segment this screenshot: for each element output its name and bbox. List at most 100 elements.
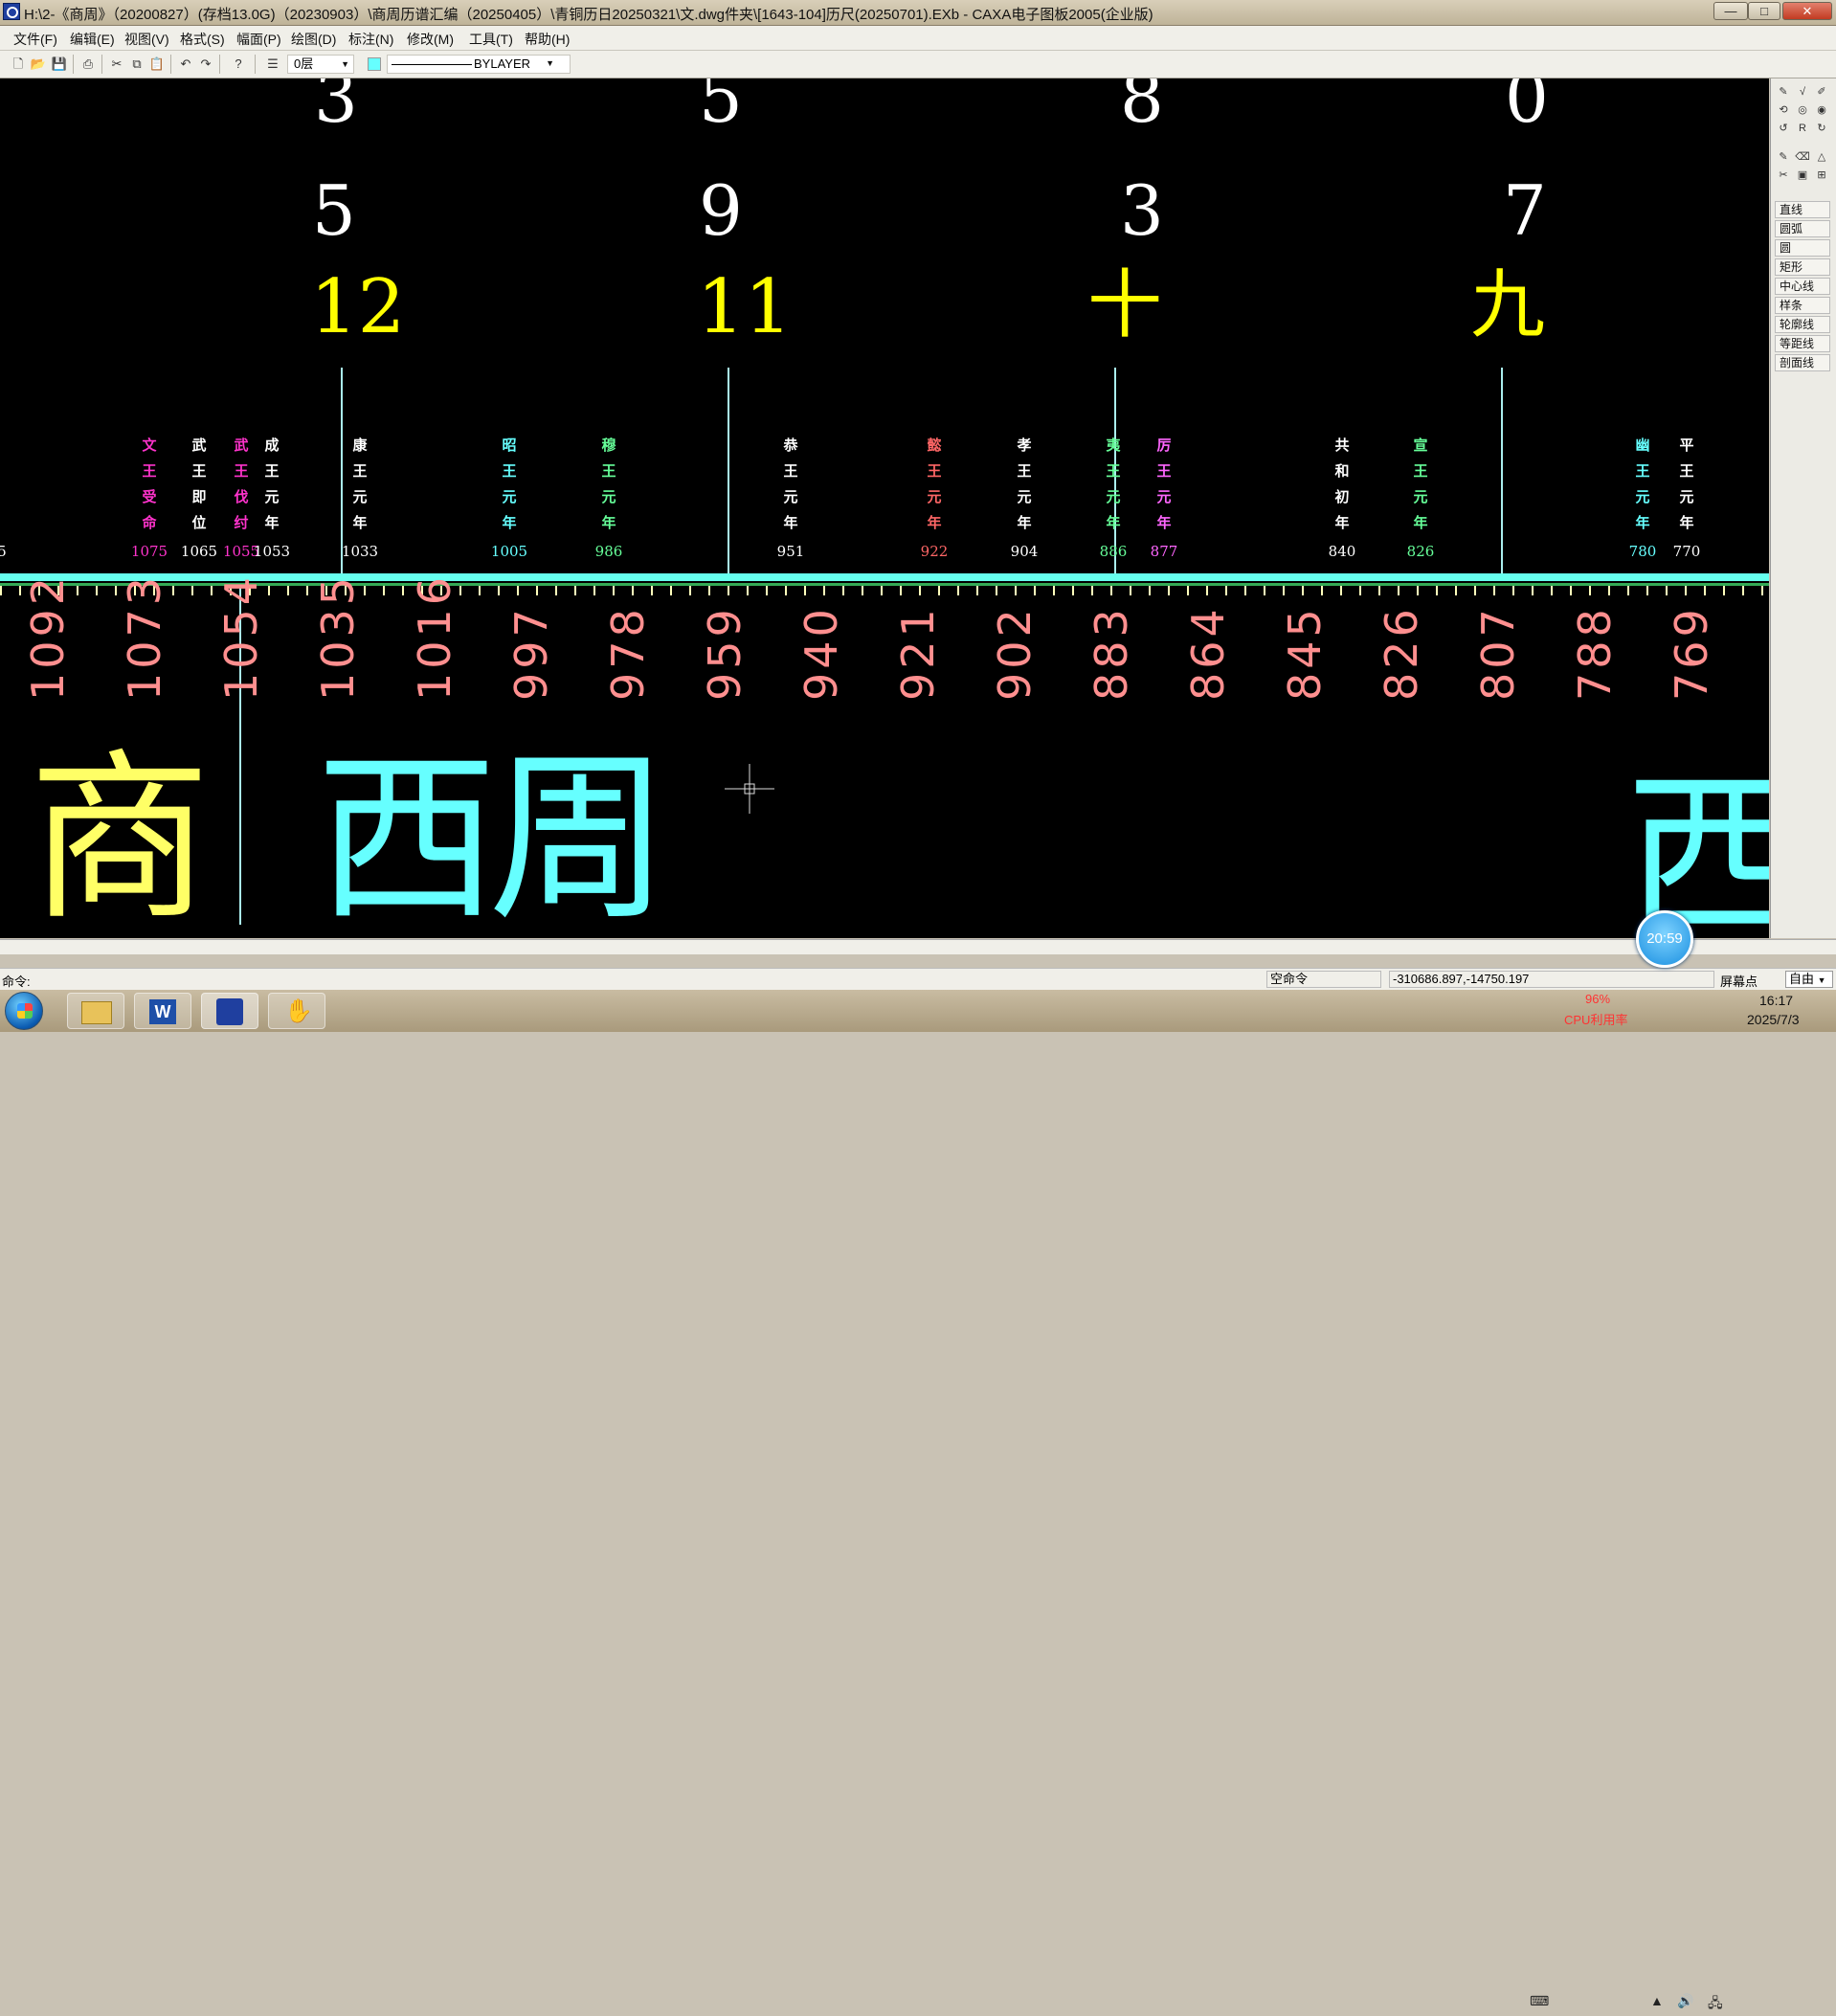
menu-format[interactable]: 格式(S): [180, 30, 225, 49]
new-icon[interactable]: 🗋: [10, 56, 27, 73]
minimize-button[interactable]: —: [1713, 2, 1748, 20]
dynasty-label-western-partial: 西: [1625, 752, 1769, 939]
reign-year: 951: [776, 543, 805, 560]
reign-char: 王: [783, 463, 798, 480]
tool-circle[interactable]: 圆: [1775, 239, 1830, 257]
tray-expand-icon[interactable]: ▲: [1650, 1993, 1664, 2008]
linetype-preview: [392, 64, 472, 65]
reign-char: 伐: [234, 489, 249, 505]
snap-mode: 屏幕点: [1720, 974, 1758, 989]
close-button[interactable]: ✕: [1782, 2, 1832, 20]
snap-select[interactable]: 自由 ▼: [1785, 971, 1833, 988]
open-icon[interactable]: 📂: [30, 56, 47, 73]
menu-file[interactable]: 文件(F): [13, 30, 57, 49]
reign-column: 武王伐纣: [232, 433, 251, 536]
tool-offset[interactable]: 等距线: [1775, 335, 1830, 352]
start-button[interactable]: [5, 992, 43, 1030]
undo-icon[interactable]: ↶: [177, 56, 194, 73]
windows-logo-icon: [17, 1003, 33, 1019]
linetype-select[interactable]: BYLAYER ▼: [387, 55, 571, 74]
reign-column: 孝王元年: [1015, 433, 1034, 536]
reign-char: 元: [502, 489, 517, 505]
menu-draw[interactable]: 绘图(D): [291, 30, 336, 49]
reign-char: 幽: [1635, 437, 1650, 454]
taskbar-explorer[interactable]: [67, 993, 124, 1029]
print-icon[interactable]: ⎙: [79, 56, 97, 73]
cut-icon[interactable]: ✂: [108, 56, 125, 73]
tool-rectangle[interactable]: 矩形: [1775, 258, 1830, 276]
layer-select[interactable]: 0层 ▼: [287, 55, 354, 74]
toolbar-separator: [101, 55, 102, 74]
transform-icon[interactable]: ⟲: [1775, 102, 1792, 119]
layer-value: 0层: [294, 56, 314, 71]
target-icon[interactable]: ◉: [1813, 102, 1830, 119]
clock-date[interactable]: 2025/7/3: [1747, 1012, 1800, 1027]
tool-arc[interactable]: 圆弧: [1775, 220, 1830, 237]
reign-char: 年: [352, 515, 368, 531]
taskbar-hand[interactable]: ✋: [268, 993, 325, 1029]
drawing-canvas[interactable]: 3 5 8 0 5 9 3 7 12 11 十 九 5 文王受命 1075 武王即位…: [0, 78, 1769, 938]
divider-line: [728, 368, 729, 576]
save-icon[interactable]: 💾: [51, 56, 68, 73]
taskbar: W ✋ ⌨ ▲ 🔊 🖧: [0, 990, 1836, 2010]
volume-icon[interactable]: 🔊: [1677, 1993, 1693, 2009]
color-swatch[interactable]: [368, 57, 381, 71]
clock-time[interactable]: 16:17: [1759, 993, 1793, 1008]
reign-char: 元: [1413, 489, 1428, 505]
r-tool-icon[interactable]: R: [1794, 121, 1811, 137]
horizontal-scrollbar[interactable]: [0, 939, 1836, 954]
triangle-icon[interactable]: △: [1813, 149, 1830, 166]
tool-hatch[interactable]: 剖面线: [1775, 354, 1830, 371]
scissors-icon[interactable]: ✂: [1775, 168, 1792, 184]
menu-tools[interactable]: 工具(T): [469, 30, 513, 49]
help-icon[interactable]: ?: [230, 56, 247, 73]
network-icon[interactable]: 🖧: [1708, 1993, 1723, 2016]
reign-column: 平王元年: [1677, 433, 1696, 536]
reign-char: 恭: [783, 437, 798, 454]
taskbar-word[interactable]: W: [134, 993, 191, 1029]
command-prompt[interactable]: 命令:: [2, 972, 31, 990]
reign-char: 元: [601, 489, 616, 505]
edit-icon[interactable]: ✎: [1775, 149, 1792, 166]
menu-view[interactable]: 视图(V): [124, 30, 169, 49]
tool-contour[interactable]: 轮廓线: [1775, 316, 1830, 333]
rotate-icon[interactable]: ↺: [1775, 121, 1792, 137]
eraser-icon[interactable]: ⌫: [1794, 149, 1811, 166]
month-number: 7: [1503, 170, 1547, 251]
redo-icon[interactable]: ↷: [197, 56, 214, 73]
frame-icon[interactable]: ▣: [1794, 168, 1811, 184]
menu-modify[interactable]: 修改(M): [407, 30, 454, 49]
ruler-year: 788: [1569, 605, 1621, 701]
grid-icon[interactable]: ⊞: [1813, 168, 1830, 184]
caxa-app-icon[interactable]: [3, 3, 20, 20]
menu-sheet[interactable]: 幅面(P): [236, 30, 281, 49]
reign-char: 共: [1334, 437, 1350, 454]
reign-column: 共和初年: [1332, 433, 1352, 536]
reign-char: 王: [927, 463, 942, 480]
menu-help[interactable]: 帮助(H): [525, 30, 570, 49]
reign-char: 王: [1679, 463, 1694, 480]
yellow-number: 九: [1470, 262, 1546, 348]
tool-centerline[interactable]: 中心线: [1775, 278, 1830, 295]
floating-clock-widget[interactable]: 20:59: [1636, 910, 1693, 968]
ruler-year: 902: [989, 605, 1041, 701]
taskbar-caxa[interactable]: [201, 993, 258, 1029]
redo-tool-icon[interactable]: ↻: [1813, 121, 1830, 137]
circle-tool-icon[interactable]: ◎: [1794, 102, 1811, 119]
menu-edit[interactable]: 编辑(E): [70, 30, 115, 49]
layer-icon[interactable]: ☰: [264, 56, 281, 73]
copy-icon[interactable]: ⧉: [128, 56, 146, 73]
reign-char: 文: [142, 437, 157, 454]
paste-icon[interactable]: 📋: [148, 56, 166, 73]
reign-char: 懿: [927, 437, 942, 454]
reign-char: 位: [191, 515, 207, 531]
pencil-icon[interactable]: ✎: [1775, 84, 1792, 101]
tool-line[interactable]: 直线: [1775, 201, 1830, 218]
drawing-tools-panel: ✎ √ ✐ ⟲ ◎ ◉ ↺ R ↻ ✎ ⌫ △ ✂ ▣ ⊞ 直线 圆弧 圆 矩形…: [1770, 78, 1836, 938]
maximize-button[interactable]: □: [1748, 2, 1780, 20]
keyboard-icon[interactable]: ⌨: [1530, 1993, 1549, 2009]
highlighter-icon[interactable]: ✐: [1813, 84, 1830, 101]
menu-dimension[interactable]: 标注(N): [348, 30, 393, 49]
check-icon[interactable]: √: [1794, 84, 1811, 101]
tool-spline[interactable]: 样条: [1775, 297, 1830, 314]
